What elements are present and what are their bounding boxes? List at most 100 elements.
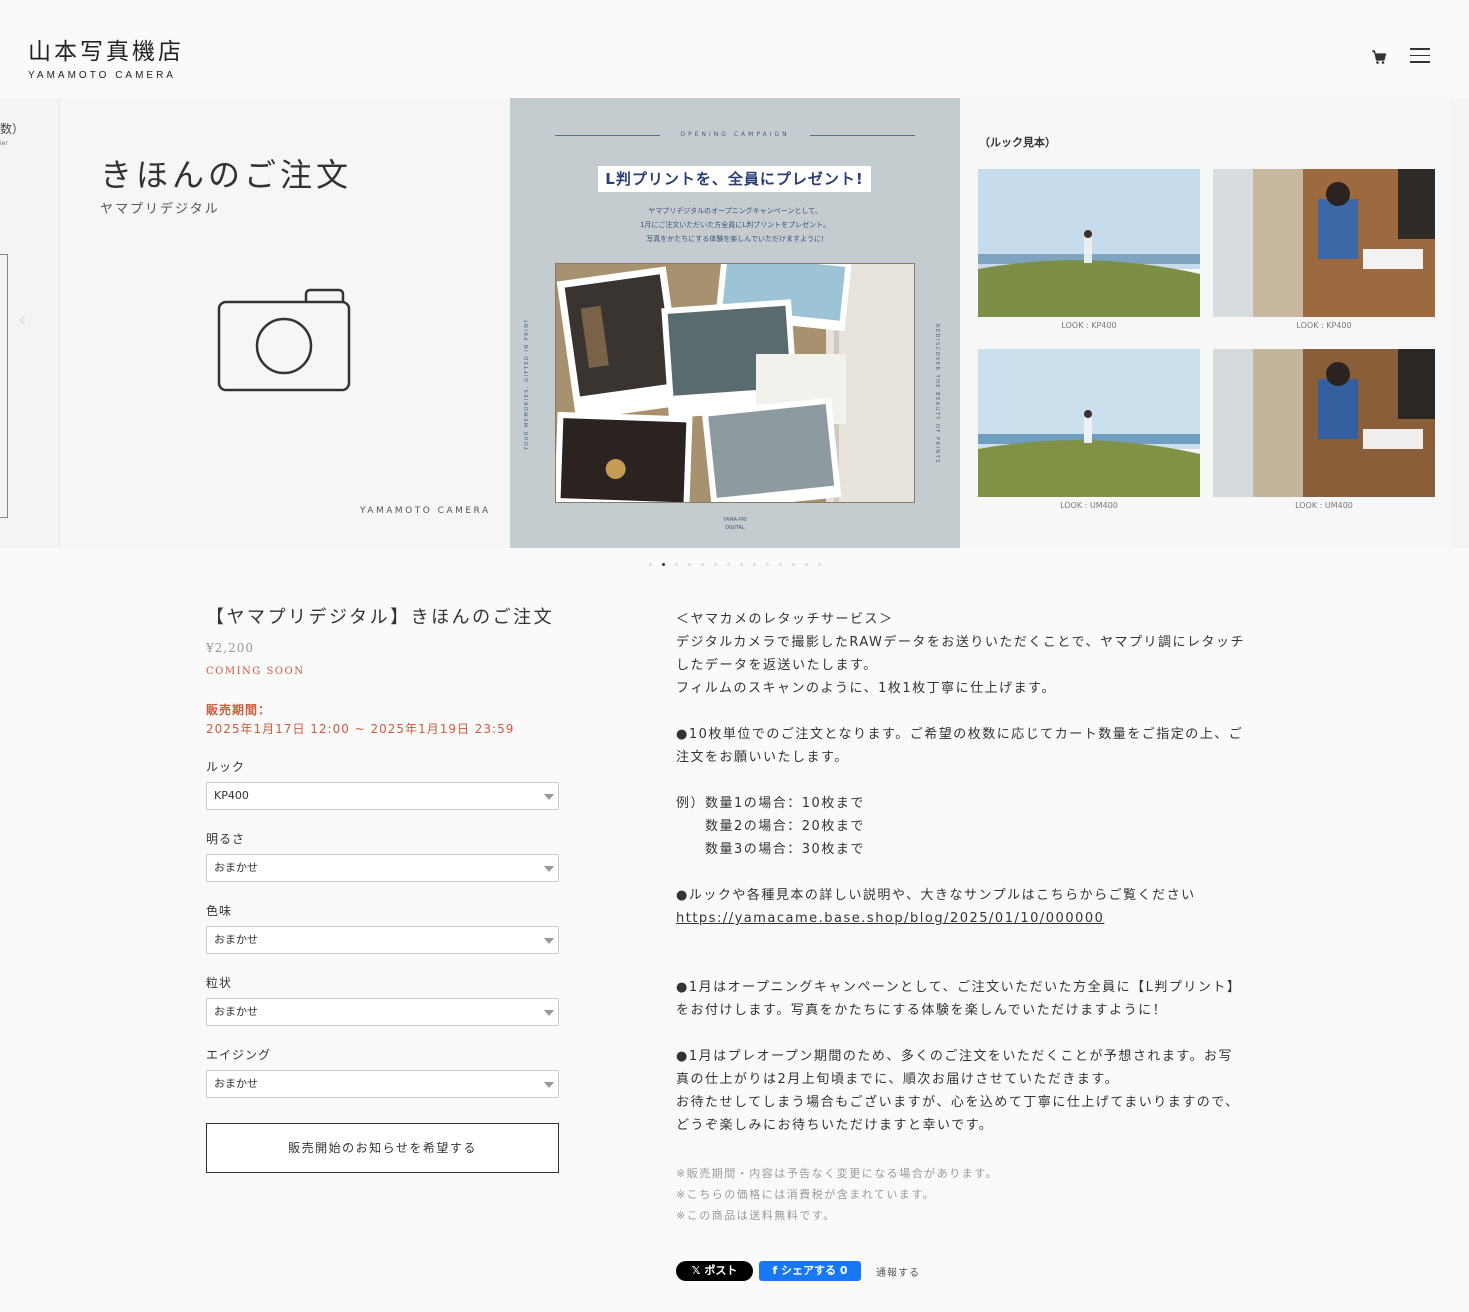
product-price: ¥2,200 [206, 641, 254, 655]
chevron-down-icon [544, 1010, 554, 1016]
slide-opening-campaign: OPENING CAMPAIGN L判プリントを、全員にプレゼント! ヤマプリデ… [510, 98, 960, 548]
slider-dot[interactable] [739, 563, 743, 566]
slider-dot[interactable] [752, 563, 756, 566]
slider-next-arrow-icon[interactable] [1450, 98, 1469, 548]
campaign-text-line: 写真をかたちにする体験を楽しんでいただけますように! [646, 235, 824, 243]
logo-english: YAMAMOTO CAMERA [28, 70, 176, 81]
status-badge: COMING SOON [206, 666, 305, 677]
facebook-share-button[interactable]: f シェアする 0 [759, 1261, 861, 1281]
slider-dot[interactable] [765, 563, 769, 566]
option-label-aging: エイジング [206, 1048, 272, 1062]
description-line: 例）数量1の場合：10枚まで [676, 796, 865, 811]
slider-dot[interactable] [778, 563, 782, 566]
look-sample-caption: LOOK : KP400 [1061, 321, 1117, 330]
slider-pagination[interactable] [0, 563, 1469, 566]
slider-dot[interactable] [791, 563, 795, 566]
brightness-select[interactable]: おまかせ [206, 854, 559, 882]
option-label-grain: 粒状 [206, 976, 233, 990]
slider-dot[interactable] [648, 563, 652, 566]
aging-select[interactable]: おまかせ [206, 1070, 559, 1098]
camera-icon [216, 288, 352, 396]
slider-dot[interactable] [687, 563, 691, 566]
description-line: ＜ヤマカメのレタッチサービス＞ [676, 612, 894, 627]
look-select-value: KP400 [214, 789, 249, 802]
description-line: 真の仕上がりは2月上旬頃までに、順次お届けさせていただきます。 [676, 1072, 1120, 1087]
chevron-down-icon [544, 866, 554, 872]
description-line: をお付けします。写真をかたちにする体験を楽しんでいただけますように！ [676, 1003, 1168, 1018]
site-logo[interactable]: 山本写真機店 YAMAMOTO CAMERA [28, 38, 184, 81]
logo-japanese: 山本写真機店 [28, 39, 184, 65]
description-spacer [676, 769, 1276, 792]
description-spacer [676, 700, 1276, 723]
slide-fragment-text-small: ier [0, 140, 8, 147]
description-line: デジタルカメラで撮影したRAWデータをお送りいただくことで、ヤマプリ調にレタッチ [676, 635, 1245, 650]
grain-select-value: おまかせ [214, 1005, 258, 1018]
slider-dot[interactable] [700, 563, 704, 566]
description-line: ●1月はプレオープン期間のため、多くのご注文をいただくことが予想されます。お写 [676, 1049, 1234, 1064]
campaign-banner: L判プリントを、全員にプレゼント! [598, 166, 871, 192]
campaign-footer-line: YAMA-PRI [723, 517, 747, 523]
brightness-select-value: おまかせ [214, 861, 258, 874]
slide-title: きほんのご注文 [100, 156, 353, 194]
description-line: どうぞ楽しみにお待ちいただけますと幸いです。 [676, 1118, 994, 1133]
tint-select-value: おまかせ [214, 933, 258, 946]
description-line: ●1月はオープニングキャンペーンとして、ご注文いただいた方全員に【L判プリント】 [676, 980, 1242, 995]
look-samples-title: （ルック見本） [979, 136, 1056, 149]
cart-icon[interactable] [1370, 48, 1388, 66]
campaign-footer: YAMA-PRI DIGITAL [510, 516, 960, 532]
product-image-slider[interactable]: 数） ier ‹ きほんのご注文 ヤマプリデジタル YAMAMOTO CAMER… [0, 98, 1469, 548]
note-line: ※販売期間・内容は予告なく変更になる場合があります。 [676, 1167, 999, 1180]
slider-dot[interactable] [674, 563, 678, 566]
option-label-tint: 色味 [206, 904, 233, 918]
slider-dot[interactable] [726, 563, 730, 566]
description-spacer [676, 930, 1276, 953]
x-post-button[interactable]: 𝕏 ポスト [676, 1261, 753, 1281]
slider-dot[interactable] [804, 563, 808, 566]
campaign-side-text: YOUR MEMORIES, GIFTED IN PRINT [524, 318, 530, 450]
description-line: 数量3の場合：30枚まで [676, 842, 865, 857]
slide-look-samples: （ルック見本） LOOK : KP400 LOOK : KP400 LOOK :… [960, 98, 1450, 548]
campaign-photo [555, 263, 915, 503]
option-label-brightness: 明るさ [206, 832, 246, 846]
chevron-down-icon [544, 794, 554, 800]
description-spacer [676, 1022, 1276, 1045]
slide-fragment-frame [0, 254, 8, 518]
notify-sale-start-button[interactable]: 販売開始のお知らせを希望する [206, 1123, 559, 1173]
sales-period: 2025年1月17日 12:00 ~ 2025年1月19日 23:59 [206, 722, 515, 736]
slide-basic-order: きほんのご注文 ヤマプリデジタル YAMAMOTO CAMERA [60, 98, 510, 548]
grain-select[interactable]: おまかせ [206, 998, 559, 1026]
blog-link[interactable]: https://yamacame.base.shop/blog/2025/01/… [676, 907, 1276, 930]
slider-dot-active[interactable] [661, 563, 665, 566]
slider-dot[interactable] [713, 563, 717, 566]
look-sample-image [1213, 169, 1435, 317]
description-line: 注文をお願いいたします。 [676, 750, 849, 765]
product-description: ＜ヤマカメのレタッチサービス＞ デジタルカメラで撮影したRAWデータをお送りいた… [676, 608, 1276, 1137]
campaign-heading: OPENING CAMPAIGN [680, 131, 790, 138]
product-notes: ※販売期間・内容は予告なく変更になる場合があります。 ※こちらの価格には消費税が… [676, 1163, 998, 1226]
description-line: ●ルックや各種見本の詳しい説明や、大きなサンプルはこちらからご覧ください [676, 888, 1196, 903]
slider-dot[interactable] [817, 563, 821, 566]
report-link[interactable]: 通報する [876, 1264, 920, 1279]
description-line: ●10枚単位でのご注文となります。ご希望の枚数に応じてカート数量をご指定の上、ご [676, 727, 1244, 742]
slider-prev-arrow-icon[interactable]: ‹ [18, 308, 27, 333]
description-line: フィルムのスキャンのように、1枚1枚丁寧に仕上げます。 [676, 681, 1056, 696]
campaign-text: ヤマプリデジタルのオープニングキャンペーンとして、 1月にご注文いただいた方全員… [510, 204, 960, 246]
campaign-footer-line: DIGITAL [725, 525, 745, 531]
tint-select[interactable]: おまかせ [206, 926, 559, 954]
slide-brand: YAMAMOTO CAMERA [360, 506, 491, 516]
campaign-text-line: ヤマプリデジタルのオープニングキャンペーンとして、 [648, 207, 822, 215]
aging-select-value: おまかせ [214, 1077, 258, 1090]
hamburger-menu-icon[interactable] [1410, 48, 1430, 66]
description-line: 数量2の場合：20枚まで [676, 819, 865, 834]
look-sample-caption: LOOK : UM400 [1295, 501, 1353, 510]
slide-previous-partial: 数） ier ‹ [0, 98, 60, 548]
product-title: 【ヤマプリデジタル】きほんのご注文 [206, 607, 555, 628]
campaign-side-text: REDISCOVER THE BEAUTY OF PRINTS [934, 324, 940, 464]
chevron-down-icon [544, 938, 554, 944]
chevron-down-icon [544, 1082, 554, 1088]
option-label-look: ルック [206, 760, 246, 774]
look-select[interactable]: KP400 [206, 782, 559, 810]
slide-subtitle: ヤマプリデジタル [100, 202, 220, 217]
sales-period-label: 販売期間： [206, 703, 272, 717]
look-sample-image [1213, 349, 1435, 497]
